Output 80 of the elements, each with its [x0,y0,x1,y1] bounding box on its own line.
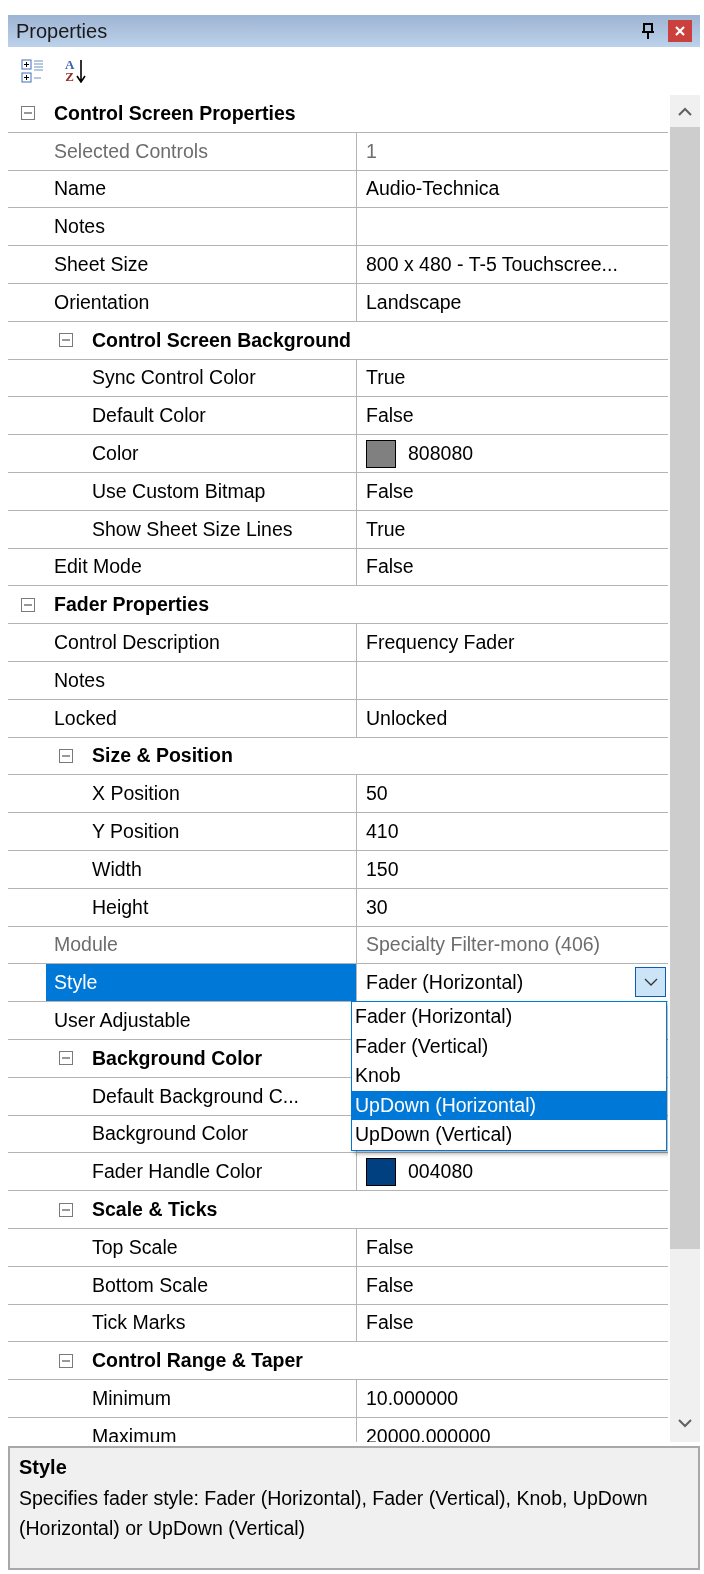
categorized-icon [21,58,45,84]
property-value[interactable]: Frequency Fader [366,631,515,655]
property-name[interactable]: Bottom Scale [46,1266,356,1304]
property-name[interactable]: Fader Handle Color [46,1153,356,1191]
scrollbar-thumb[interactable] [670,127,700,1249]
category-label: Size & Position [92,744,233,768]
property-value[interactable]: False [366,1235,414,1259]
collapse-icon[interactable] [21,597,35,612]
property-name[interactable]: Y Position [46,813,356,850]
property-value: Specialty Filter-mono (406) [366,933,601,957]
category-label: Control Range & Taper [92,1349,303,1373]
category-label: Fader Properties [54,593,209,617]
alphabetical-sort-button[interactable]: A Z [62,57,90,85]
property-name[interactable]: Sync Control Color [46,359,356,397]
dropdown-option[interactable]: Fader (Vertical) [352,1031,666,1062]
property-value[interactable]: 30 [366,895,388,919]
property-value[interactable]: 808080 [408,442,474,466]
close-icon [674,25,686,37]
property-value[interactable]: False [366,1311,414,1335]
property-value: 1 [366,139,377,163]
property-name[interactable]: Style [46,964,356,1002]
dropdown-option[interactable]: Knob [352,1061,666,1091]
scrollbar[interactable] [670,95,700,1442]
property-name[interactable]: Width [46,850,356,888]
chevron-down-icon [643,977,658,987]
pin-icon[interactable] [640,22,656,40]
property-value[interactable]: 150 [366,857,399,881]
scroll-down-icon[interactable] [678,1418,692,1428]
category-label: Control Screen Background [92,328,351,352]
category-label: Background Color [92,1046,263,1070]
property-value[interactable]: False [366,555,414,579]
property-name[interactable]: Default Color [46,397,356,435]
category-label: Control Screen Properties [54,101,296,125]
property-value[interactable]: True [366,366,406,390]
collapse-icon[interactable] [59,1353,73,1368]
property-value[interactable]: False [366,404,414,428]
collapse-icon[interactable] [59,1202,73,1217]
window-title: Properties [16,19,108,43]
property-value[interactable]: False [366,479,414,503]
description-title: Style [19,1456,68,1479]
property-value[interactable]: True [366,517,406,541]
dropdown-button[interactable] [635,967,666,998]
close-button[interactable] [668,20,692,42]
property-value[interactable]: 410 [366,820,399,844]
dropdown-option[interactable]: Fader (Horizontal) [352,1002,666,1032]
property-name[interactable]: Control Description [46,624,356,661]
collapse-icon[interactable] [59,333,73,348]
property-value[interactable]: Landscape [366,290,462,314]
property-name[interactable]: Notes [46,208,356,246]
category-label: Scale & Ticks [92,1198,218,1221]
property-name[interactable]: Minimum [46,1380,356,1417]
property-name[interactable]: Edit Mode [46,548,356,586]
scroll-up-icon[interactable] [678,107,692,117]
collapse-icon[interactable] [59,748,73,763]
property-name[interactable]: Locked [46,699,356,737]
property-value[interactable]: False [366,1273,414,1297]
property-value[interactable]: 800 x 480 - T-5 Touchscree... [366,253,618,277]
property-name[interactable]: Notes [46,661,356,699]
property-value[interactable]: Unlocked [366,706,448,730]
property-name[interactable]: Top Scale [46,1228,356,1266]
property-value[interactable]: Audio-Technica [366,177,500,201]
property-name[interactable]: Show Sheet Size Lines [46,510,356,548]
property-value[interactable]: 50 [366,782,388,806]
collapse-icon[interactable] [21,106,35,121]
property-name[interactable]: Sheet Size [46,246,356,283]
property-name[interactable]: Orientation [46,284,356,321]
property-name[interactable]: Tick Marks [46,1304,356,1342]
down-arrow-icon [76,59,87,83]
property-value[interactable]: 10.000000 [366,1387,459,1410]
property-name[interactable]: Use Custom Bitmap [46,472,356,510]
property-value[interactable]: Fader (Horizontal) [366,971,524,995]
property-value[interactable]: 004080 [408,1160,474,1184]
property-name[interactable]: X Position [46,775,356,813]
property-name[interactable]: Height [46,888,356,926]
collapse-icon[interactable] [59,1051,73,1066]
dropdown-option[interactable]: UpDown (Horizontal) [352,1090,666,1121]
property-name[interactable]: Color [46,435,356,472]
property-name[interactable]: Name [46,170,356,208]
dropdown-option[interactable]: UpDown (Vertical) [352,1120,666,1150]
description-text: Specifies fader style: Fader (Horizontal), Fader (Vertical), Knob, UpDown (Horizontal) or UpDown (Vertical) [19,1486,649,1541]
